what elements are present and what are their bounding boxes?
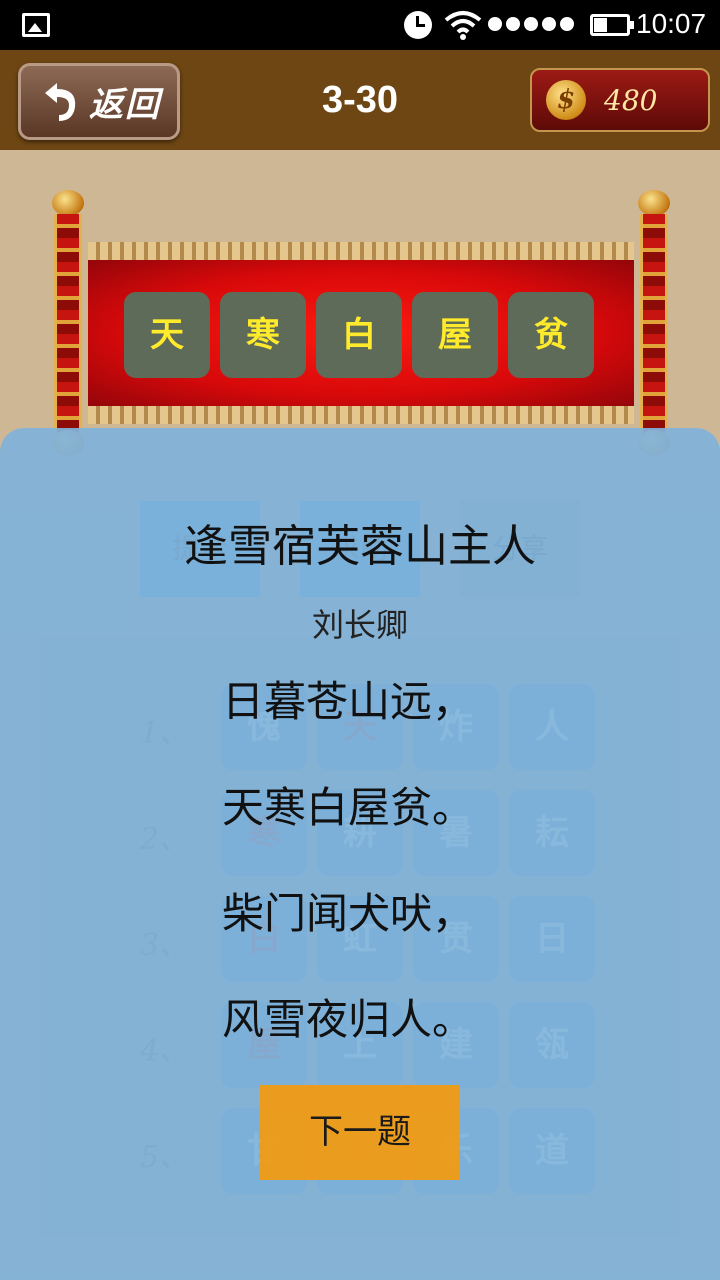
answer-tile[interactable]: 天 <box>124 292 210 378</box>
answer-tile[interactable]: 贫 <box>508 292 594 378</box>
coin-icon: $ <box>546 80 586 120</box>
answer-tile[interactable]: 屋 <box>412 292 498 378</box>
poem-author: 刘长卿 <box>311 606 408 644</box>
wifi-icon <box>444 11 482 40</box>
coin-balance[interactable]: $ 480 <box>530 68 710 132</box>
status-bar: 10:07 <box>0 0 720 50</box>
alarm-clock-icon <box>404 11 432 39</box>
poem-line: 柴门闻犬吠， <box>222 889 475 938</box>
answer-tile[interactable]: 寒 <box>220 292 306 378</box>
level-indicator: 3-30 <box>321 79 399 121</box>
header-bar: 返回 3-30 $ 480 <box>0 50 720 150</box>
back-button-label: 返回 <box>89 85 161 125</box>
battery-icon <box>590 14 634 36</box>
poem-line: 风雪夜归人。 <box>222 995 475 1044</box>
next-question-button[interactable]: 下一题 <box>260 1085 460 1180</box>
poem-line: 天寒白屋贫。 <box>222 783 475 832</box>
signal-strength-icon <box>488 17 574 31</box>
answer-row: 天 寒 白 屋 贫 <box>124 292 594 378</box>
back-button[interactable]: 返回 <box>18 63 180 140</box>
image-notification-icon <box>22 13 50 37</box>
back-arrow-icon <box>45 82 76 121</box>
poem-title: 逢雪宿芙蓉山主人 <box>184 521 536 572</box>
status-time: 10:07 <box>636 8 707 39</box>
answer-tile[interactable]: 白 <box>316 292 402 378</box>
coin-count: 480 <box>604 83 658 117</box>
poem-line: 日暮苍山远， <box>222 677 475 726</box>
